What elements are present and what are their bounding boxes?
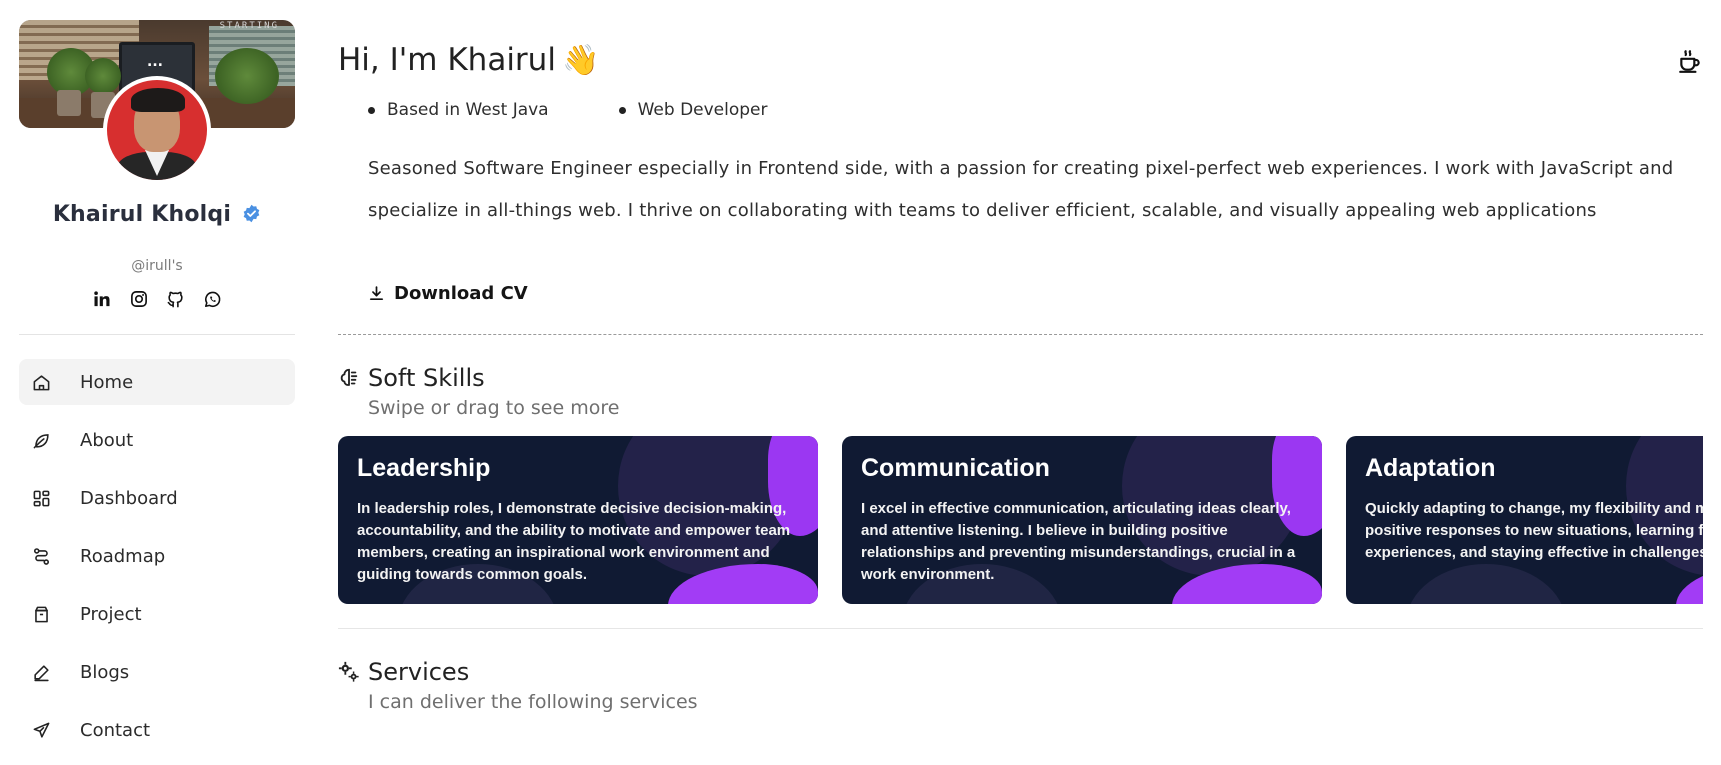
services-subtitle: I can deliver the following services	[368, 691, 698, 713]
download-icon	[369, 286, 384, 301]
soft-skills-subtitle: Swipe or drag to see more	[368, 397, 620, 419]
linkedin-icon[interactable]	[92, 289, 112, 309]
social-links	[19, 289, 295, 309]
nav-item-dashboard[interactable]: Dashboard	[19, 475, 295, 521]
section-divider	[338, 628, 1703, 629]
main-content: Hi, I'm Khairul 👋 Based in West Java Web …	[338, 0, 1703, 741]
nav-item-label: Roadmap	[80, 545, 166, 567]
fact-location: Based in West Java	[368, 100, 549, 120]
github-icon[interactable]	[166, 289, 186, 309]
services-heading: Services	[338, 658, 469, 686]
profile-name: Khairul Kholqi	[52, 202, 232, 227]
facts-list: Based in West Java Web Developer	[368, 100, 768, 120]
nav-item-label: About	[80, 429, 134, 451]
nav-item-label: Project	[80, 603, 142, 625]
bio-text: Seasoned Software Engineer especially in…	[368, 158, 1674, 221]
pen-icon	[31, 662, 51, 682]
profile-handle: @irull's	[131, 258, 183, 274]
sidebar: STARTING ... Khairul Kholqi @irull's Hom…	[19, 20, 295, 741]
leaf-icon	[31, 430, 51, 450]
skill-card-adaptation[interactable]: Adaptation Quickly adapting to change, m…	[1346, 436, 1703, 604]
gears-icon	[338, 661, 360, 683]
cover-dots: ...	[147, 54, 163, 70]
avatar	[103, 76, 211, 184]
download-cv-label: Download CV	[394, 283, 528, 304]
skill-card-text: I excel in effective communication, arti…	[861, 500, 1296, 583]
skill-card-title: Communication	[861, 454, 1050, 482]
home-icon	[31, 372, 51, 392]
coffee-icon[interactable]	[1677, 48, 1703, 78]
skill-card-text: In leadership roles, I demonstrate decis…	[357, 500, 791, 583]
route-icon	[31, 546, 51, 566]
wave-emoji: 👋	[561, 43, 600, 78]
page-title: Hi, I'm Khairul 👋	[338, 42, 599, 78]
download-cv-button[interactable]: Download CV	[368, 283, 528, 304]
fact-role: Web Developer	[618, 100, 768, 120]
nav-item-label: Blogs	[80, 661, 130, 683]
skill-card-text: Quickly adapting to change, my flexibili…	[1365, 500, 1703, 561]
skill-card-title: Leadership	[357, 454, 491, 482]
nav-item-label: Contact	[80, 719, 151, 741]
nav-item-project[interactable]: Project	[19, 591, 295, 637]
whatsapp-icon[interactable]	[203, 289, 223, 309]
greeting-text: Hi, I'm Khairul	[338, 42, 556, 78]
nav-item-roadmap[interactable]: Roadmap	[19, 533, 295, 579]
soft-skills-heading: Soft Skills	[338, 364, 485, 392]
sidebar-divider	[19, 334, 295, 335]
nav-item-blogs[interactable]: Blogs	[19, 649, 295, 695]
nav-item-contact[interactable]: Contact	[19, 707, 295, 753]
skill-card-leadership[interactable]: Leadership In leadership roles, I demons…	[338, 436, 818, 604]
verified-badge-icon	[242, 204, 261, 227]
section-divider	[338, 334, 1703, 335]
profile-name-row: Khairul Kholqi	[19, 202, 295, 227]
soft-skills-title: Soft Skills	[368, 364, 485, 392]
brain-icon	[338, 367, 360, 389]
send-icon	[31, 720, 51, 740]
nav-item-home[interactable]: Home	[19, 359, 295, 405]
services-title: Services	[368, 658, 470, 686]
dashboard-icon	[31, 488, 51, 508]
sidebar-nav: Home About Dashboard Roadmap Project Blo…	[19, 359, 295, 765]
skill-card-communication[interactable]: Communication I excel in effective commu…	[842, 436, 1322, 604]
box-icon	[31, 604, 51, 624]
skill-card-title: Adaptation	[1365, 454, 1496, 482]
instagram-icon[interactable]	[129, 289, 149, 309]
soft-skills-carousel[interactable]: Leadership In leadership roles, I demons…	[338, 436, 1703, 604]
nav-item-about[interactable]: About	[19, 417, 295, 463]
nav-item-label: Home	[80, 371, 134, 393]
nav-item-label: Dashboard	[80, 487, 178, 509]
cover-stamp-text: STARTING	[219, 21, 279, 31]
